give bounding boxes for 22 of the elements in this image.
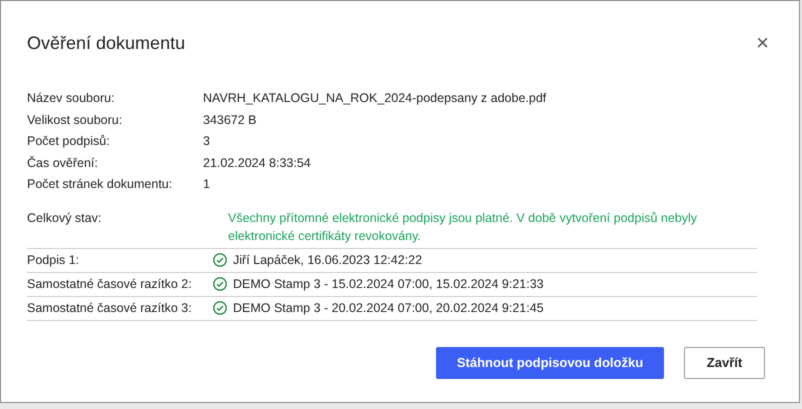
signature-label: Samostatné časové razítko 2: <box>27 277 193 291</box>
signature-label: Samostatné časové razítko 3: <box>27 301 193 315</box>
status-message: Všechny přítomné elektronické podpisy jsou platné. V době vytvoření podpisů nebyly elektronické certifikáty revokovány. <box>228 210 698 244</box>
field-label: Název souboru: <box>27 90 116 106</box>
dialog-title: Ověření dokumentu <box>27 32 186 54</box>
field-value: 343672 B <box>203 112 258 128</box>
signature-detail: DEMO Stamp 3 - 20.02.2024 07:00, 20.02.2024 9:21:45 <box>233 301 545 315</box>
field-label: Velikost souboru: <box>27 112 124 128</box>
signature-detail: DEMO Stamp 3 - 15.02.2024 07:00, 15.02.2024 9:21:33 <box>233 277 545 291</box>
status-label: Celkový stav: <box>27 210 102 227</box>
signature-detail: Jiří Lapáček, 16.06.2023 12:42:22 <box>233 253 424 267</box>
field-label: Čas ověření: <box>27 154 99 171</box>
download-button[interactable]: Stáhnout podpisovou doložku <box>436 346 664 378</box>
signature-label: Podpis 1: <box>27 253 80 267</box>
close-button[interactable]: × <box>756 32 769 54</box>
field-value: 1 <box>203 176 211 192</box>
field-label: Počet podpisů: <box>27 133 111 150</box>
field-value: 3 <box>203 133 211 150</box>
close-button[interactable]: Zavřít <box>684 346 765 378</box>
field-label: Počet stránek dokumentu: <box>27 176 174 192</box>
field-value: NAVRH_KATALOGU_NA_ROK_2024-podepsany z adobe.pdf <box>203 90 546 106</box>
field-value: 21.02.2024 8:33:54 <box>203 154 312 171</box>
